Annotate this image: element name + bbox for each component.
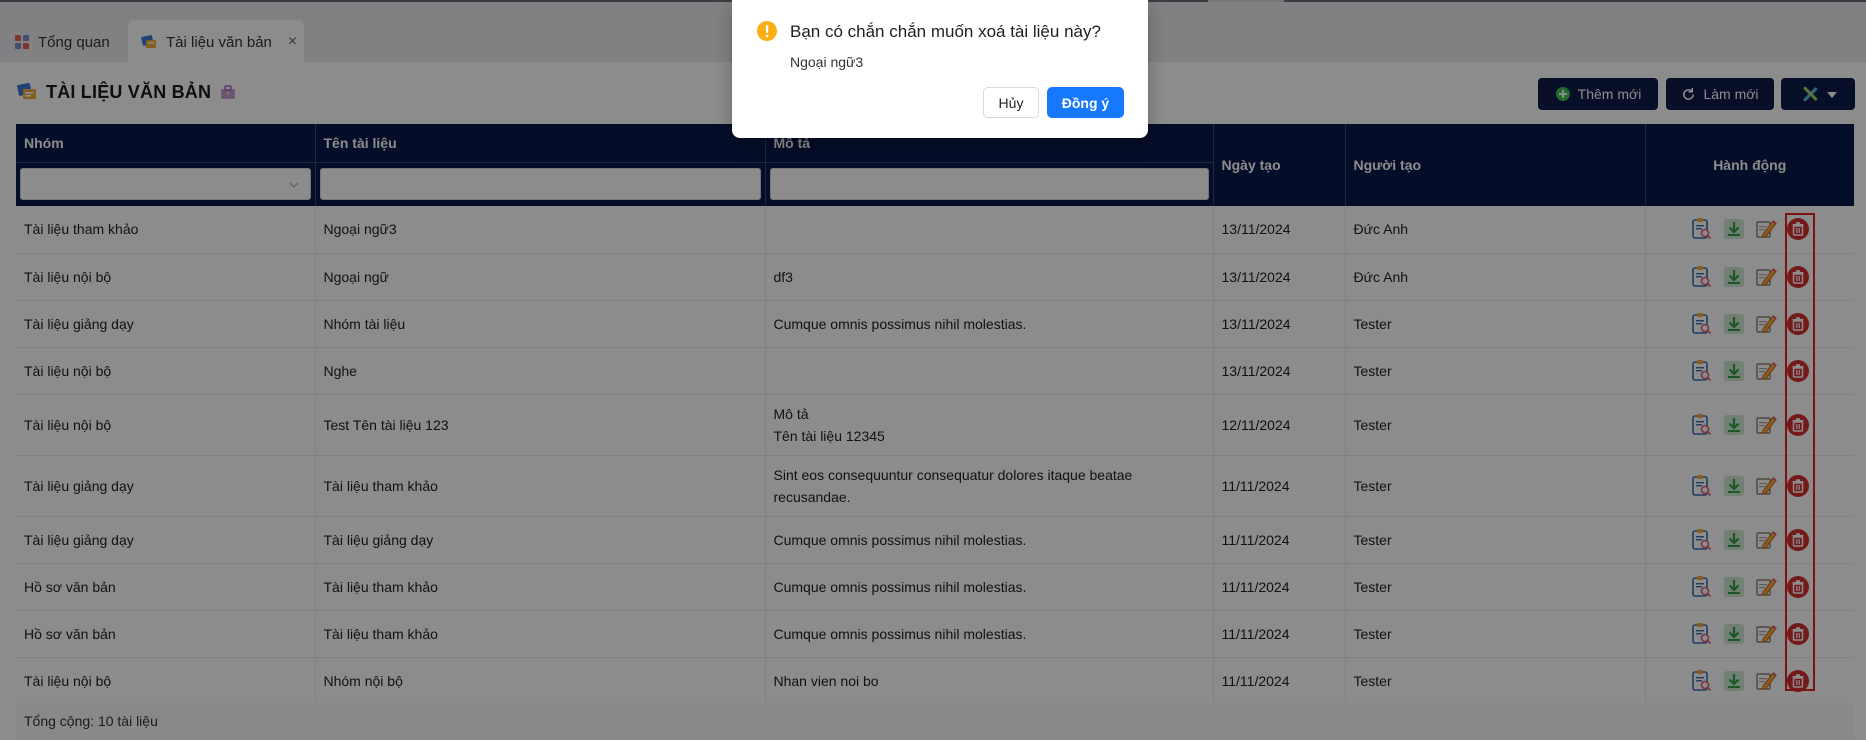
warning-icon — [756, 20, 778, 47]
dialog-title: Bạn có chắn chắn muốn xoá tài liệu này? — [790, 22, 1101, 41]
confirm-delete-dialog: Bạn có chắn chắn muốn xoá tài liệu này? … — [732, 0, 1148, 138]
dialog-description: Ngoại ngữ3 — [790, 54, 864, 70]
confirm-button[interactable]: Đồng ý — [1047, 87, 1124, 118]
cancel-button[interactable]: Hủy — [983, 87, 1039, 118]
